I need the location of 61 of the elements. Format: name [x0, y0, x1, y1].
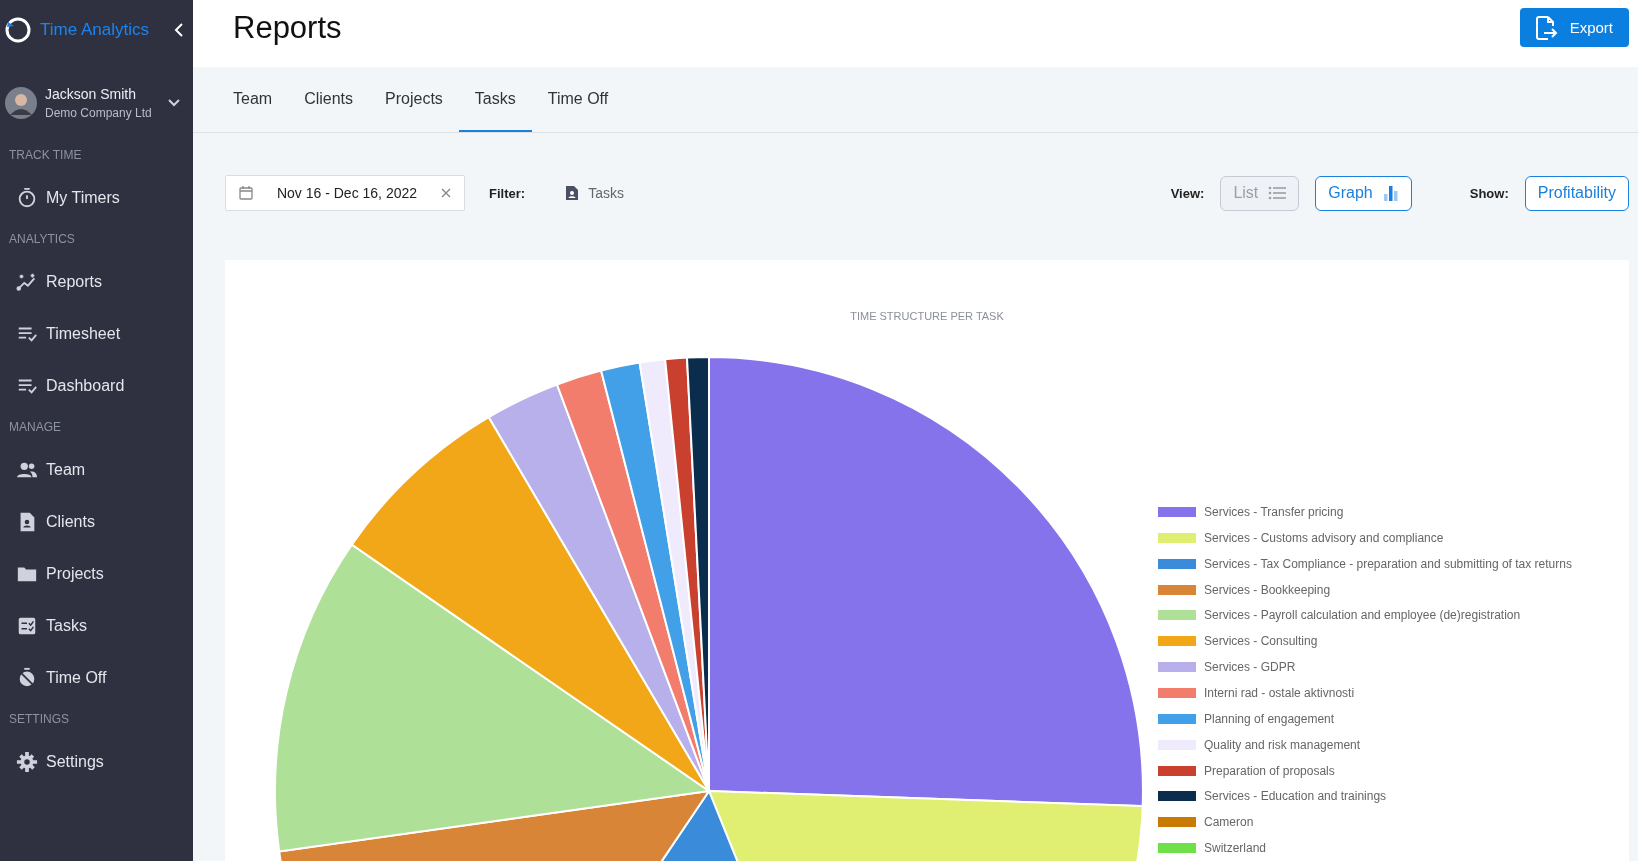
filter-label: Filter: — [489, 185, 526, 201]
legend-label: Services - Payroll calculation and employee (de)registration — [1204, 608, 1521, 623]
dropdown-chevron-icon[interactable] — [167, 98, 181, 108]
sidebar-item[interactable]: My Timers — [0, 172, 193, 224]
report-tab[interactable]: Tasks — [458, 67, 532, 132]
report-tab[interactable]: Team — [233, 67, 289, 132]
stopwatch-off-icon — [16, 667, 38, 689]
date-range-field[interactable]: Nov 16 - Dec 16, 2022 — [225, 175, 465, 211]
checklist-icon — [16, 615, 38, 637]
view-label: View: — [1170, 185, 1205, 201]
legend-label: Services - Tax Compliance - preparation and submitting of tax returns — [1204, 556, 1572, 571]
task-filter[interactable]: Tasks — [565, 185, 624, 201]
chart-title: TIME STRUCTURE PER TASK — [849, 310, 1005, 322]
section-heading: ANALYTICS — [8, 231, 76, 248]
export-button[interactable]: Export — [1519, 8, 1629, 47]
page-title: Reports — [233, 9, 342, 46]
company-name: Demo Company Ltd — [45, 106, 153, 120]
view-toggle-button[interactable]: Graph — [1315, 175, 1412, 211]
sidebar-item[interactable]: Clients — [0, 496, 193, 548]
legend-label: Services - Consulting — [1204, 634, 1318, 649]
stopwatch-icon — [16, 187, 38, 209]
app-name: Time Analytics — [40, 20, 150, 40]
report-tab[interactable]: Clients — [288, 67, 370, 132]
settings-icon — [16, 751, 38, 773]
legend-label: Services - Education and trainings — [1204, 789, 1387, 804]
list-icon — [1268, 186, 1287, 200]
contact-card-icon — [565, 185, 580, 201]
legend-label: Services - Bookkeeping — [1204, 582, 1331, 597]
section-heading: SETTINGS — [8, 711, 70, 728]
show-label: Show: — [1469, 185, 1509, 201]
legend-label: Services - Customs advisory and compliance — [1204, 530, 1444, 545]
report-tab[interactable]: Projects — [369, 67, 459, 132]
legend-label: Planning of engagement — [1204, 711, 1335, 726]
sidebar-item[interactable]: Dashboard — [0, 360, 193, 412]
sidebar-item[interactable]: Projects — [0, 548, 193, 600]
trend-chart-icon — [16, 271, 38, 293]
legend-label: Cameron — [1204, 815, 1254, 830]
legend-label: Interni rad - ostale aktivnosti — [1204, 685, 1355, 700]
user-name: Jackson Smith — [45, 86, 138, 102]
sidebar-item[interactable]: Reports — [0, 256, 193, 308]
sidebar-item[interactable]: Settings — [0, 736, 193, 788]
report-tab[interactable]: Time Off — [531, 67, 625, 132]
sidebar-item[interactable]: Team — [0, 444, 193, 496]
ring-logo-icon — [4, 16, 32, 44]
clear-icon[interactable] — [440, 187, 452, 199]
legend-label: Services - GDPR — [1204, 660, 1296, 675]
profitability-button[interactable]: Profitability — [1524, 175, 1629, 211]
legend-label: Preparation of proposals — [1204, 763, 1335, 778]
legend-label: Quality and risk management — [1204, 737, 1361, 752]
file-export-icon — [1533, 14, 1558, 41]
calendar-icon — [238, 185, 254, 201]
sidebar-item[interactable]: Time Off — [0, 652, 193, 704]
legend-label: Services - Transfer pricing — [1204, 504, 1344, 519]
collapse-chevron-icon[interactable] — [173, 22, 185, 38]
section-heading: TRACK TIME — [8, 147, 83, 164]
legend-label: Switzerland — [1204, 841, 1267, 856]
sidebar-item[interactable]: Timesheet — [0, 308, 193, 360]
sidebar-item[interactable]: Tasks — [0, 600, 193, 652]
bar-chart-icon — [1382, 185, 1399, 201]
section-heading: MANAGE — [8, 419, 62, 436]
avatar[interactable] — [5, 87, 37, 119]
